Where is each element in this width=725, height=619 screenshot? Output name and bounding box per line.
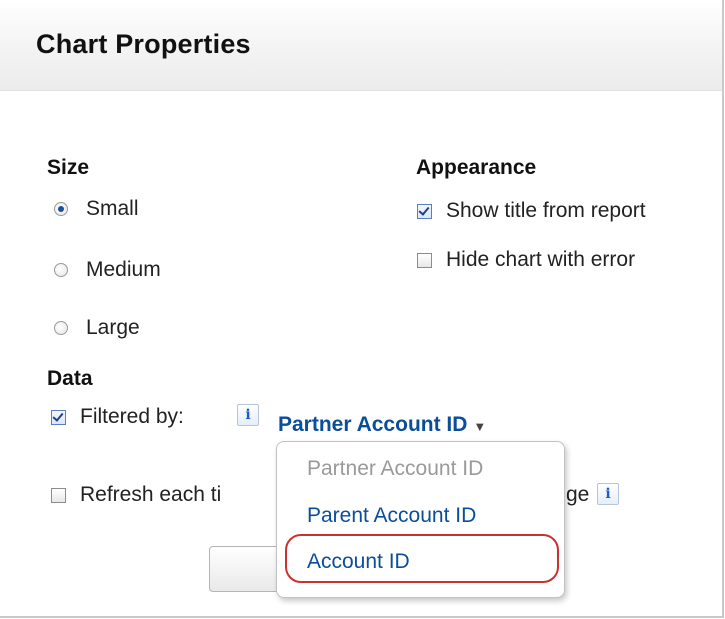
hide-chart-label: Hide chart with error (446, 248, 636, 271)
info-icon[interactable]: i (597, 483, 619, 505)
radio-unselected-icon[interactable] (54, 263, 68, 277)
size-medium-label: Medium (86, 258, 161, 281)
refresh-checkbox-row[interactable]: Refresh each ti (51, 483, 221, 507)
size-large-label: Large (86, 316, 140, 339)
checkbox-checked-icon[interactable] (417, 203, 432, 219)
show-title-checkbox-row[interactable]: Show title from report (417, 199, 646, 223)
filtered-by-label: Filtered by: (80, 405, 184, 428)
checkbox-checked-icon[interactable] (51, 409, 66, 425)
hide-chart-checkbox-row[interactable]: Hide chart with error (417, 248, 635, 272)
highlight-annotation-ring (285, 534, 559, 583)
size-small-label: Small (86, 197, 139, 220)
filter-field-dropdown-trigger[interactable]: Partner Account ID ▼ (278, 413, 486, 437)
refresh-label-left: Refresh each ti (80, 483, 222, 506)
dialog-title: Chart Properties (36, 29, 251, 59)
checkbox-unchecked-icon[interactable] (417, 252, 432, 268)
appearance-heading: Appearance (416, 156, 537, 179)
size-medium-radio[interactable]: Medium (54, 258, 161, 282)
chevron-down-icon: ▼ (473, 418, 487, 434)
radio-selected-icon[interactable] (54, 202, 68, 216)
size-large-radio[interactable]: Large (54, 316, 140, 340)
filtered-by-checkbox-row[interactable]: Filtered by: (51, 405, 184, 429)
radio-unselected-icon[interactable] (54, 321, 68, 335)
dialog-header: Chart Properties (0, 0, 722, 91)
size-heading: Size (47, 156, 90, 179)
filter-field-selected-value: Partner Account ID (278, 413, 468, 436)
show-title-label: Show title from report (446, 199, 646, 222)
checkbox-unchecked-icon[interactable] (51, 487, 66, 503)
refresh-label-right: ge (566, 483, 590, 506)
size-small-radio[interactable]: Small (54, 197, 139, 221)
dropdown-option-parent-account-id[interactable]: Parent Account ID (307, 504, 476, 528)
chart-properties-dialog: Chart Properties Size Small Medium Large… (0, 0, 724, 618)
info-icon[interactable]: i (237, 404, 259, 426)
data-heading: Data (47, 367, 93, 390)
dropdown-option-partner-account-id: Partner Account ID (307, 457, 484, 480)
